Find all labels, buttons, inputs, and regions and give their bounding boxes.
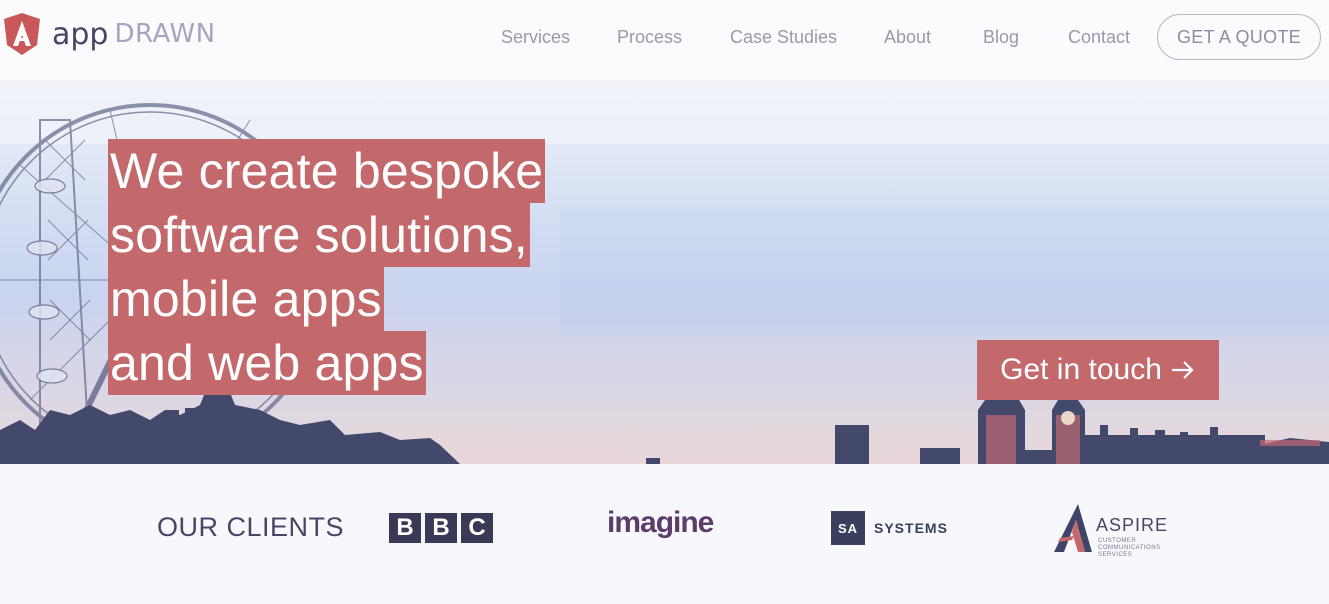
get-in-touch-button[interactable]: Get in touch [977,340,1219,400]
headline-line: software solutions, [108,203,545,267]
site-header: app DRAWN Services Process Case Studies … [0,0,1329,80]
headline-line-2: software solutions, [108,203,530,267]
headline-line-1: We create bespoke [108,139,546,203]
headline-line: and web apps [108,331,545,395]
aspire-mark-icon [1054,504,1092,552]
aspire-name: ASPIRE [1096,515,1169,535]
logo-drawn-text: DRAWN [114,19,216,49]
sa-systems-logo: SA SYSTEMS [831,511,948,545]
nav-case-studies[interactable]: Case Studies [730,22,837,52]
page: app DRAWN Services Process Case Studies … [0,0,1329,604]
nav-contact[interactable]: Contact [1068,22,1130,52]
logo-mark-icon [4,13,40,55]
aspire-logo: ASPIRE CUSTOMER COMMUNICATIONS SERVICES [1052,502,1172,562]
imagine-logo: imagine [607,506,714,539]
headline-line-4: and web apps [108,331,426,395]
headline-line: We create bespoke [108,139,546,203]
clients-section: OUR CLIENTS B B C imagine SA SYSTEMS ASP… [0,464,1329,604]
nav-process[interactable]: Process [617,22,682,52]
get-in-touch-label: Get in touch [1000,353,1162,386]
arrow-right-icon [1171,361,1194,379]
logo[interactable]: app DRAWN [0,10,216,58]
nav-blog[interactable]: Blog [983,22,1019,52]
nav-about[interactable]: About [884,22,931,52]
headline-line: mobile apps [108,267,545,331]
hero-headline: We create bespoke software solutions, mo… [108,139,546,395]
bbc-logo: B B C [389,513,493,543]
logo-app-text: app [52,16,109,52]
headline-line-3: mobile apps [108,267,384,331]
aspire-subtitle: CUSTOMER COMMUNICATIONS SERVICES [1098,538,1161,558]
hero-section: We create bespoke software solutions, mo… [0,80,1329,464]
clients-title: OUR CLIENTS [157,512,345,542]
bbc-letter: B [389,513,421,543]
bbc-letter: B [425,513,457,543]
sa-logo-text: SYSTEMS [874,520,948,536]
sa-logo-box: SA [831,511,865,545]
nav-services[interactable]: Services [501,22,570,52]
bbc-letter: C [461,513,493,543]
get-a-quote-button[interactable]: GET A QUOTE [1157,14,1321,60]
